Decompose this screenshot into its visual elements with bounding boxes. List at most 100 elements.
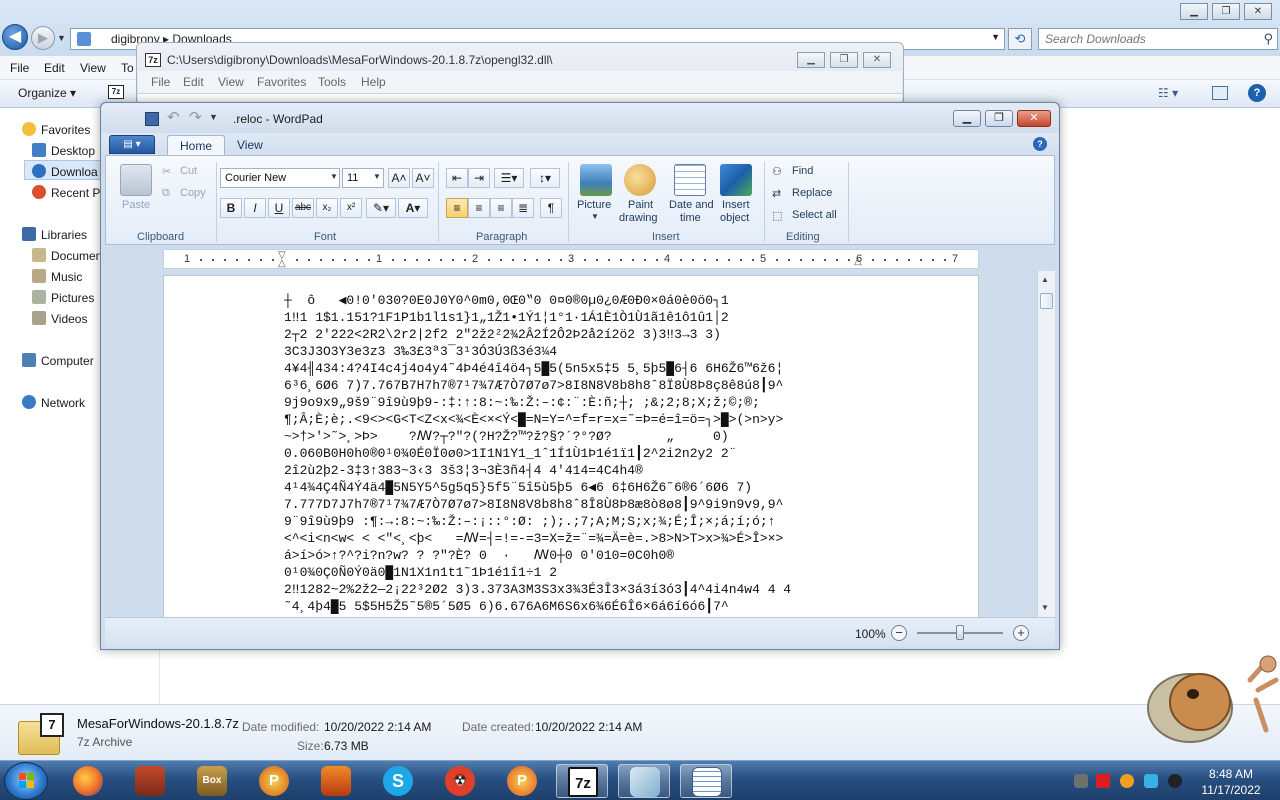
organize-button[interactable]: Organize ▾ [18,86,76,100]
increase-indent-icon[interactable]: ⇥ [468,168,490,188]
refresh-icon[interactable]: ⟲ [1008,28,1032,50]
taskbar-pinball[interactable]: P [248,764,300,798]
taskbar-7zip[interactable]: 7z [556,764,608,798]
align-center-icon[interactable]: ≡ [468,198,490,218]
menu-file[interactable]: File [151,75,170,89]
zoom-slider-thumb[interactable] [956,625,964,640]
forward-arrow-icon[interactable]: ▶ [31,26,55,50]
clock-time[interactable]: 8:48 AM [1196,767,1266,781]
replace-icon[interactable]: ⇄ [772,187,781,200]
desktop-mascot-gadget[interactable] [1138,650,1280,750]
calendar-clock-icon[interactable] [674,164,706,196]
menu-edit[interactable]: Edit [183,75,204,89]
taskbar-explorer[interactable] [618,764,670,798]
picture-icon[interactable] [580,164,612,196]
grow-font-icon[interactable]: A˄ [388,168,410,188]
minimize-button[interactable]: ▁ [1180,3,1208,20]
tray-app-icon[interactable] [1074,774,1088,788]
redo-icon[interactable]: ↷ [189,108,202,126]
bullets-icon[interactable]: ☰▾ [494,168,524,188]
tray-monitor-icon[interactable] [1144,774,1158,788]
clock-date[interactable]: 11/17/2022 [1196,783,1266,797]
date-time-label-1[interactable]: Date and [669,199,714,211]
strikethrough-icon[interactable]: abc [292,198,314,218]
recent-pages-chevron-icon[interactable]: ▼ [57,33,66,43]
cut-button[interactable]: Cut [180,165,197,177]
document-page[interactable]: ┼ ô ◀0!0'030?0E0J0Y0^0m0,0Œ0‟0 0¤0®0µ0¿0… [163,275,979,617]
taskbar-skype[interactable]: S [372,764,424,798]
text-color-icon[interactable]: A▾ [398,198,428,218]
align-right-icon[interactable]: ≡ [490,198,512,218]
paste-icon[interactable] [120,164,152,196]
zoom-out-button[interactable]: − [891,625,907,641]
search-box[interactable]: ⚲ [1038,28,1278,50]
highlight-color-icon[interactable]: ✎▾ [366,198,396,218]
insert-picture-button[interactable]: Picture [577,199,611,211]
date-time-label-2[interactable]: time [680,212,701,224]
binoculars-icon[interactable]: ⚇ [772,165,782,178]
superscript-icon[interactable]: x² [340,198,362,218]
picture-dropdown-icon[interactable]: ▼ [591,212,599,221]
menu-view[interactable]: View [218,75,244,89]
tab-home[interactable]: Home [167,135,226,155]
close-button[interactable]: ✕ [1244,3,1272,20]
application-menu-button[interactable]: ▤ ▾ [109,135,155,154]
taskbar-app-orange[interactable] [310,764,362,798]
start-button[interactable] [4,762,48,800]
tab-view[interactable]: View [225,135,275,155]
help-icon[interactable]: ? [1248,84,1266,102]
select-all-button[interactable]: Select all [792,209,837,221]
right-indent-marker[interactable]: △ [854,256,862,267]
tray-v-icon[interactable] [1096,774,1110,788]
underline-icon[interactable]: U [268,198,290,218]
close-button[interactable]: ✕ [1017,110,1051,127]
back-arrow-icon[interactable]: ◀ [2,24,28,50]
insert-object-icon[interactable] [720,164,752,196]
bold-icon[interactable]: B [220,198,242,218]
copy-icon[interactable]: ⧉ [162,187,170,200]
paragraph-settings-icon[interactable]: ¶ [540,198,562,218]
vertical-scrollbar[interactable]: ▲ ▼ [1037,271,1055,617]
justify-icon[interactable]: ≣ [512,198,534,218]
close-button[interactable]: ✕ [863,52,891,68]
insert-object-label-1[interactable]: Insert [722,199,750,211]
tray-clock-app-icon[interactable] [1168,774,1182,788]
italic-icon[interactable]: I [244,198,266,218]
menu-file[interactable]: File [10,61,29,75]
address-dropdown-icon[interactable]: ▼ [991,32,1000,42]
quick-access-dropdown-icon[interactable]: ▼ [209,112,218,122]
replace-button[interactable]: Replace [792,187,832,199]
change-view-icon[interactable]: ☷ ▾ [1158,86,1178,100]
maximize-button[interactable]: ❐ [1212,3,1240,20]
zoom-in-button[interactable]: + [1013,625,1029,641]
scroll-up-arrow-icon[interactable]: ▲ [1041,275,1049,284]
select-all-icon[interactable]: ⬚ [772,209,782,222]
maximize-button[interactable]: ❐ [830,52,858,68]
preview-pane-icon[interactable] [1212,86,1228,100]
ruler[interactable]: 1 1 2 3 4 5 6 7 ▽ △ △ [163,249,979,269]
taskbar-bubble-game[interactable] [124,764,176,798]
line-spacing-icon[interactable]: ↕▾ [530,168,560,188]
taskbar-firefox[interactable] [62,764,114,798]
help-icon[interactable]: ? [1033,137,1047,151]
tray-search-icon[interactable] [1120,774,1134,788]
font-size-dropdown-icon[interactable]: ▼ [373,172,381,181]
left-indent-marker[interactable]: △ [278,258,286,269]
menu-tools[interactable]: Tools [318,75,346,89]
copy-button[interactable]: Copy [180,187,206,199]
paint-drawing-label-1[interactable]: Paint [628,199,653,211]
taskbar-mahjong-box[interactable]: Box [186,764,238,798]
menu-favorites[interactable]: Favorites [257,75,306,89]
document-text[interactable]: ┼ ô ◀0!0'030?0E0J0Y0^0m0,0Œ0‟0 0¤0®0µ0¿0… [284,292,964,615]
save-icon[interactable] [145,112,159,126]
paste-label[interactable]: Paste [122,199,150,211]
paint-palette-icon[interactable] [624,164,656,196]
paint-drawing-label-2[interactable]: drawing [619,212,658,224]
subscript-icon[interactable]: x₂ [316,198,338,218]
decrease-indent-icon[interactable]: ⇤ [446,168,468,188]
menu-edit[interactable]: Edit [44,61,65,75]
menu-view[interactable]: View [80,61,106,75]
taskbar-wordpad[interactable] [680,764,732,798]
align-left-icon[interactable]: ≡ [446,198,468,218]
font-family-select[interactable] [220,168,340,188]
